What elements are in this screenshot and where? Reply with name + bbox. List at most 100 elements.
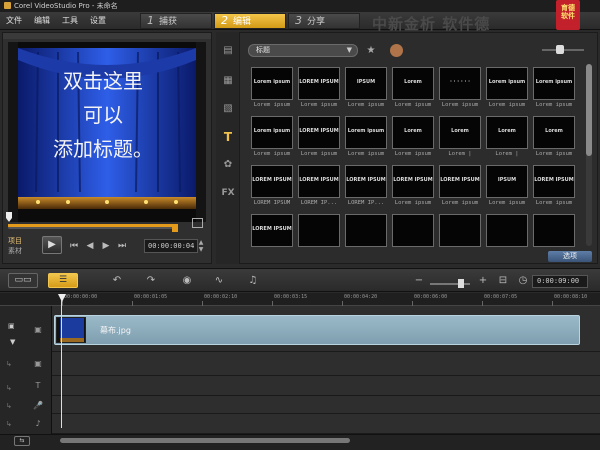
title-preset-thumbnail[interactable] bbox=[486, 214, 528, 247]
title-preset-thumbnail[interactable]: Lorem bbox=[439, 116, 481, 149]
library-category-dropdown[interactable]: 标题 ▼ bbox=[248, 44, 358, 57]
title-preset-thumbnail[interactable]: LOREM IPSUM bbox=[251, 214, 293, 247]
title-preset-thumbnail[interactable]: IPSUM bbox=[486, 165, 528, 198]
title-icon[interactable]: T bbox=[220, 130, 236, 144]
title-preset-thumbnail[interactable]: Lorem ipsum bbox=[533, 67, 575, 100]
clip-mode-label[interactable]: 素材 bbox=[8, 246, 22, 256]
library-scrollbar-thumb[interactable] bbox=[586, 64, 592, 156]
menu-settings[interactable]: 设置 bbox=[90, 12, 106, 30]
track-visibility-icon-3[interactable]: ↳ bbox=[6, 402, 16, 412]
menu-file[interactable]: 文件 bbox=[6, 12, 22, 30]
voice-track[interactable] bbox=[52, 396, 600, 414]
go-to-start-icon[interactable]: ⏮ bbox=[68, 240, 80, 252]
import-media-icon[interactable] bbox=[390, 44, 403, 57]
auto-music-icon[interactable]: ♫ bbox=[246, 274, 260, 288]
title-preset-thumbnail[interactable] bbox=[298, 214, 340, 247]
trim-end-marker[interactable] bbox=[172, 224, 178, 232]
collapse-tracks-icon[interactable]: ⇆ bbox=[14, 436, 30, 446]
title-preset-thumbnail[interactable] bbox=[345, 214, 387, 247]
overlay-track[interactable] bbox=[52, 352, 600, 376]
project-mode-label[interactable]: 项目 bbox=[8, 236, 22, 246]
storyboard-view-button[interactable]: ▭▭ bbox=[8, 273, 38, 288]
record-capture-icon[interactable]: ◉ bbox=[180, 274, 194, 288]
thumbnail-text: Lorem bbox=[404, 128, 422, 134]
graphic-icon[interactable]: ✿ bbox=[220, 158, 236, 172]
play-button[interactable]: ▶ bbox=[42, 236, 62, 254]
title-preset-thumbnail[interactable]: LOREM IPSUM bbox=[251, 165, 293, 198]
go-to-end-icon[interactable]: ⏭ bbox=[116, 240, 128, 252]
menu-edit[interactable]: 编辑 bbox=[34, 12, 50, 30]
zoom-slider-knob[interactable] bbox=[458, 279, 464, 288]
menu-tools[interactable]: 工具 bbox=[62, 12, 78, 30]
options-button[interactable]: 选项 bbox=[548, 251, 592, 262]
expand-preview-icon[interactable] bbox=[192, 218, 203, 228]
title-preset-thumbnail[interactable]: Lorem ipsum bbox=[486, 67, 528, 100]
project-clip-mode[interactable]: 项目 素材 bbox=[8, 236, 22, 256]
track-visibility-icon-4[interactable]: ↳ bbox=[6, 420, 16, 430]
title-preset-thumbnail[interactable]: IPSUM bbox=[345, 67, 387, 100]
thumbnail-caption: Lorem ipsum bbox=[535, 151, 573, 157]
thumbnail-caption: Lorem ipsum bbox=[300, 102, 338, 108]
title-preset-thumbnail[interactable]: LOREM IPSUM bbox=[392, 165, 434, 198]
title-preset-thumbnail[interactable]: LOREM IPSUM bbox=[439, 165, 481, 198]
title-preset-thumbnail[interactable]: LOREM IPSUM bbox=[298, 116, 340, 149]
title-preset-thumbnail[interactable]: Lorem bbox=[392, 67, 434, 100]
ripple-edit-icon[interactable]: ▣ bbox=[8, 322, 18, 332]
window-title: Corel VideoStudio Pro - 未命名 bbox=[14, 2, 118, 10]
title-overlay-text[interactable]: 双击这里 可以 添加标题。 bbox=[8, 64, 198, 166]
title-preset-thumbnail[interactable]: LOREM IPSUM bbox=[298, 165, 340, 198]
project-duration[interactable]: 0:00:09:00 bbox=[532, 275, 588, 288]
thumbnail-text: IPSUM bbox=[356, 79, 376, 85]
title-preset-thumbnail[interactable]: Lorem ipsum bbox=[251, 116, 293, 149]
menu-bar: 文件 编辑 工具 设置 1 捕获 2 编辑 3 分享 中新金析 软件德 bbox=[0, 12, 600, 33]
preview-screen[interactable]: 双击这里 可以 添加标题。 bbox=[8, 42, 206, 222]
timecode-spinner-icon[interactable]: ▲ ▼ bbox=[197, 239, 205, 253]
instant-project-icon[interactable]: ▦ bbox=[220, 74, 236, 88]
step-share-tab[interactable]: 3 分享 bbox=[288, 13, 360, 29]
step-capture-tab[interactable]: 1 捕获 bbox=[140, 13, 212, 29]
title-preset-thumbnail[interactable]: · · · · · · bbox=[439, 67, 481, 100]
timeline-horizontal-scrollbar[interactable] bbox=[60, 438, 350, 443]
title-preset-thumbnail[interactable]: Lorem bbox=[533, 116, 575, 149]
sound-mixer-icon[interactable]: ∿ bbox=[212, 274, 226, 288]
title-preset-thumbnail[interactable]: Lorem bbox=[486, 116, 528, 149]
timeline-view-button[interactable]: ☰ bbox=[48, 273, 78, 288]
zoom-out-icon[interactable]: − bbox=[412, 274, 426, 288]
zoom-slider[interactable] bbox=[430, 283, 470, 285]
timecode-display[interactable]: 00:00:00:04 bbox=[144, 239, 198, 253]
title-preset-thumbnail[interactable]: Lorem bbox=[392, 116, 434, 149]
title-preset-thumbnail[interactable]: LOREM IPSUM bbox=[533, 165, 575, 198]
title-track[interactable] bbox=[52, 376, 600, 396]
redo-icon[interactable]: ↷ bbox=[144, 274, 158, 288]
thumbnail-size-knob[interactable] bbox=[556, 45, 564, 54]
thumbnail-text: Lorem ipsum bbox=[488, 79, 526, 85]
fit-project-icon[interactable]: ⊟ bbox=[496, 274, 510, 288]
ruler-tick-label: 00:00:06:00 bbox=[414, 294, 448, 300]
zoom-in-icon[interactable]: + bbox=[476, 274, 490, 288]
title-preset-thumbnail[interactable]: LOREM IPSUM bbox=[298, 67, 340, 100]
track-visibility-icon-2[interactable]: ↳ bbox=[6, 384, 16, 394]
title-preset-thumbnail[interactable]: Lorem ipsum bbox=[345, 116, 387, 149]
next-frame-icon[interactable]: ▶ bbox=[100, 240, 112, 252]
track-visibility-icon[interactable]: ↳ bbox=[6, 360, 16, 370]
title-preset-thumbnail[interactable] bbox=[533, 214, 575, 247]
title-preset-thumbnail[interactable]: Lorem ipsum bbox=[251, 67, 293, 100]
previous-frame-icon[interactable]: ◀ bbox=[84, 240, 96, 252]
thumbnail-text: LOREM IPSUM bbox=[252, 177, 292, 183]
undo-icon[interactable]: ↶ bbox=[110, 274, 124, 288]
transition-icon[interactable]: ▧ bbox=[220, 102, 236, 116]
title-preset-thumbnail[interactable] bbox=[439, 214, 481, 247]
step-edit-tab[interactable]: 2 编辑 bbox=[214, 13, 286, 29]
timeline-clip[interactable] bbox=[54, 315, 580, 345]
thumbnail-caption: Lorem ipsum bbox=[394, 200, 432, 206]
title-preset-thumbnail[interactable] bbox=[392, 214, 434, 247]
music-track[interactable] bbox=[52, 414, 600, 434]
filter-fx-icon[interactable]: FX bbox=[220, 186, 236, 200]
expand-track-chevron-icon[interactable]: ▼ bbox=[10, 338, 20, 348]
thumbnail-text: LOREM IPSUM bbox=[299, 79, 339, 85]
thumbnail-text: Lorem ipsum bbox=[253, 79, 291, 85]
thumbnail-caption: LOREM IPSUM bbox=[253, 200, 291, 206]
title-preset-thumbnail[interactable]: LOREM IPSUM bbox=[345, 165, 387, 198]
favorites-icon[interactable]: ★ bbox=[364, 44, 378, 57]
media-library-icon[interactable]: ▤ bbox=[220, 44, 236, 58]
